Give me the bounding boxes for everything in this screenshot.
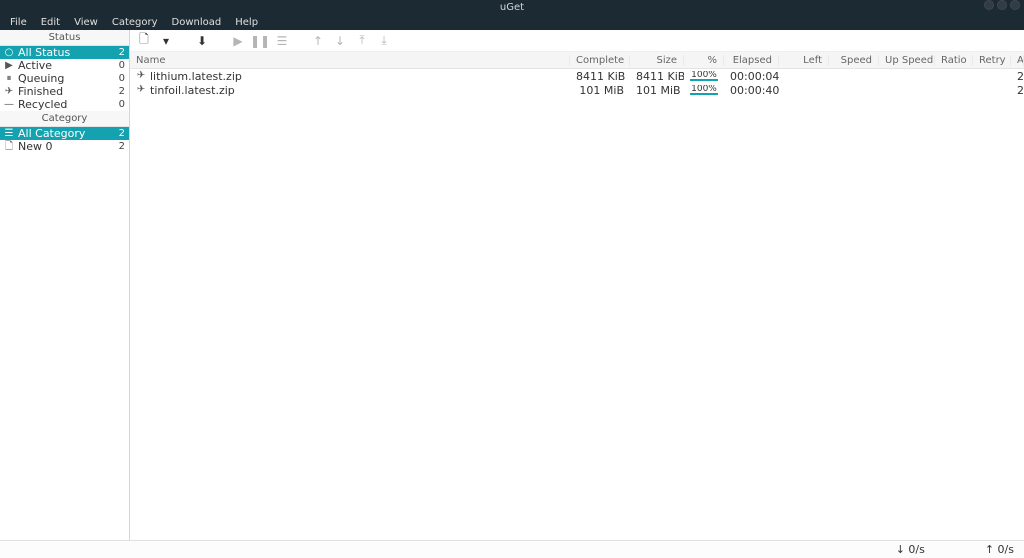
toolbar: 🗋 ▾ ⬇ ▶ ❚❚ ☰ ↑ ↓ ⤒ ⤓ — [130, 30, 1024, 52]
cell-name: tinfoil.latest.zip — [150, 84, 235, 97]
sidebar-item-label: Finished — [18, 85, 63, 98]
properties-icon[interactable]: ☰ — [274, 33, 290, 49]
sidebar-item-count: 2 — [119, 47, 125, 58]
sidebar-item-label: All Category — [18, 127, 85, 140]
menu-category[interactable]: Category — [106, 15, 164, 30]
plane-icon: ✈ — [136, 85, 146, 95]
sidebar-item-label: Active — [18, 59, 52, 72]
close-icon[interactable] — [1010, 0, 1020, 10]
sidebar-item-all-category[interactable]: ☰ All Category 2 — [0, 127, 129, 140]
progress-bar: 100% — [690, 71, 718, 81]
col-retry[interactable]: Retry — [973, 55, 1011, 66]
content-panel: 🗋 ▾ ⬇ ▶ ❚❚ ☰ ↑ ↓ ⤒ ⤓ Name Complete Size … — [130, 30, 1024, 540]
cell-elapsed: 00:00:40 — [724, 84, 779, 97]
sidebar-item-count: 0 — [119, 73, 125, 84]
sidebar-item-queuing[interactable]: ⏸ Queuing 0 — [0, 72, 129, 85]
sidebar-item-label: Queuing — [18, 72, 64, 85]
sidebar-item-count: 2 — [119, 141, 125, 152]
title-bar: uGet — [0, 0, 1024, 14]
pause-icon: ⏸ — [4, 74, 14, 84]
col-size[interactable]: Size — [630, 55, 684, 66]
sidebar-item-new0[interactable]: 🗋 New 0 2 — [0, 140, 129, 153]
menu-bar: File Edit View Category Download Help — [0, 14, 1024, 30]
sidebar-item-count: 0 — [119, 60, 125, 71]
move-up-icon[interactable]: ↑ — [310, 33, 326, 49]
col-percent[interactable]: % — [684, 55, 724, 66]
menu-edit[interactable]: Edit — [35, 15, 66, 30]
cell-name: lithium.latest.zip — [150, 70, 242, 83]
col-ratio[interactable]: Ratio — [935, 55, 973, 66]
sidebar-item-label: New 0 — [18, 140, 53, 153]
dash-icon: — — [4, 100, 14, 110]
pause-icon[interactable]: ❚❚ — [252, 33, 268, 49]
col-upspeed[interactable]: Up Speed — [879, 55, 935, 66]
menu-file[interactable]: File — [4, 15, 33, 30]
move-top-icon[interactable]: ⤒ — [354, 33, 370, 49]
col-left[interactable]: Left — [779, 55, 829, 66]
sidebar-item-count: 2 — [119, 86, 125, 97]
plane-icon: ✈ — [4, 87, 14, 97]
menu-download[interactable]: Download — [166, 15, 228, 30]
menu-help[interactable]: Help — [229, 15, 264, 30]
sidebar-item-recycled[interactable]: — Recycled 0 — [0, 98, 129, 111]
maximize-icon[interactable] — [997, 0, 1007, 10]
sidebar-item-finished[interactable]: ✈ Finished 2 — [0, 85, 129, 98]
status-up-speed: ↑ 0/s — [985, 543, 1014, 556]
dropdown-icon[interactable]: ▾ — [158, 33, 174, 49]
move-bottom-icon[interactable]: ⤓ — [376, 33, 392, 49]
window-title: uGet — [500, 2, 524, 13]
sidebar-category-header: Category — [0, 111, 129, 127]
sidebar-item-label: Recycled — [18, 98, 67, 111]
sidebar-status-header: Status — [0, 30, 129, 46]
col-complete[interactable]: Complete — [570, 55, 630, 66]
cell-added: 2020-04-23 22:59:02 — [1011, 84, 1024, 97]
save-icon[interactable]: ⬇ — [194, 33, 210, 49]
table-row[interactable]: ✈ lithium.latest.zip 8411 KiB 8411 KiB 10… — [130, 69, 1024, 83]
status-down-speed: ↓ 0/s — [896, 543, 925, 556]
sidebar-item-count: 0 — [119, 99, 125, 110]
sidebar-item-label: All Status — [18, 46, 70, 59]
col-elapsed[interactable]: Elapsed — [724, 55, 779, 66]
cell-size: 101 MiB — [630, 84, 684, 97]
circle-icon: ○ — [4, 48, 14, 58]
col-added[interactable]: Added On — [1011, 55, 1024, 66]
cell-added: 2020-04-23 23:05:29 — [1011, 70, 1024, 83]
sidebar: Status ○ All Status 2 ▶ Active 0 ⏸ Queuing … — [0, 30, 130, 540]
cell-complete: 8411 KiB — [570, 70, 630, 83]
sidebar-item-all-status[interactable]: ○ All Status 2 — [0, 46, 129, 59]
sidebar-item-count: 2 — [119, 128, 125, 139]
file-icon: 🗋 — [4, 142, 14, 152]
table-row[interactable]: ✈ tinfoil.latest.zip 101 MiB 101 MiB 100%… — [130, 83, 1024, 97]
cell-elapsed: 00:00:04 — [724, 70, 779, 83]
progress-bar: 100% — [690, 85, 718, 95]
download-table: Name Complete Size % Elapsed Left Speed … — [130, 52, 1024, 540]
minimize-icon[interactable] — [984, 0, 994, 10]
start-icon[interactable]: ▶ — [230, 33, 246, 49]
new-download-icon[interactable]: 🗋 — [136, 33, 152, 49]
plane-icon: ✈ — [136, 71, 146, 81]
main-panel: Status ○ All Status 2 ▶ Active 0 ⏸ Queuing … — [0, 30, 1024, 540]
list-icon: ☰ — [4, 129, 14, 139]
table-header: Name Complete Size % Elapsed Left Speed … — [130, 52, 1024, 69]
status-bar: ↓ 0/s ↑ 0/s — [0, 540, 1024, 558]
cell-complete: 101 MiB — [570, 84, 630, 97]
menu-view[interactable]: View — [68, 15, 104, 30]
sidebar-item-active[interactable]: ▶ Active 0 — [0, 59, 129, 72]
play-icon: ▶ — [4, 61, 14, 71]
col-speed[interactable]: Speed — [829, 55, 879, 66]
col-name[interactable]: Name — [130, 55, 570, 66]
move-down-icon[interactable]: ↓ — [332, 33, 348, 49]
cell-size: 8411 KiB — [630, 70, 684, 83]
